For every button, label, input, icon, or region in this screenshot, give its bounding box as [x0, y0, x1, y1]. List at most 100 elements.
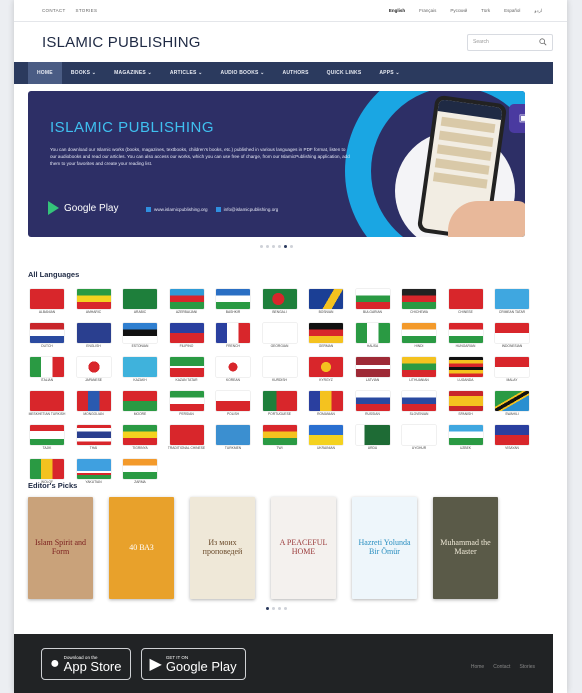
language-option[interactable]: اردو: [534, 8, 542, 13]
language-item[interactable]: German: [305, 323, 347, 352]
search-input[interactable]: Search: [467, 33, 553, 51]
footer-link[interactable]: Stories: [519, 664, 535, 670]
language-item[interactable]: Estonian: [119, 323, 161, 352]
language-item[interactable]: French: [212, 323, 254, 352]
app-store-button[interactable]: ● Download on the App Store: [41, 647, 131, 680]
language-item[interactable]: Slovenian: [398, 391, 440, 420]
language-item[interactable]: Bulgarian: [352, 289, 394, 318]
language-item[interactable]: Moore: [119, 391, 161, 420]
language-item[interactable]: Bengali: [259, 289, 301, 318]
language-item[interactable]: Visayan: [491, 425, 533, 454]
language-item[interactable]: Uzbek: [445, 425, 487, 454]
language-item[interactable]: Albanian: [26, 289, 68, 318]
language-item[interactable]: Spanish: [445, 391, 487, 420]
book-cover[interactable]: Islam Spirit and Form: [28, 497, 93, 599]
book-cover[interactable]: Muhammad the Master: [433, 497, 498, 599]
nav-item[interactable]: AUTHORS: [274, 62, 318, 84]
language-item[interactable]: Kyrgyz: [305, 357, 347, 386]
language-item[interactable]: Arabic: [119, 289, 161, 318]
language-item[interactable]: Kazakh: [119, 357, 161, 386]
language-item[interactable]: Lithuanian: [398, 357, 440, 386]
top-link[interactable]: Contact: [42, 8, 66, 13]
carousel-dot[interactable]: [284, 607, 287, 610]
language-item[interactable]: Chichewa: [398, 289, 440, 318]
carousel-dot[interactable]: [266, 245, 269, 248]
language-item[interactable]: Japanese: [73, 357, 115, 386]
book-cover[interactable]: A PEACEFUL HOME: [271, 497, 336, 599]
language-item[interactable]: English: [73, 323, 115, 352]
language-item[interactable]: Traditional Chinese: [166, 425, 208, 454]
language-item[interactable]: Twi: [259, 425, 301, 454]
language-item[interactable]: Uyghur: [398, 425, 440, 454]
language-item[interactable]: Zarma: [119, 459, 161, 488]
nav-item[interactable]: AUDIO BOOKS ⌄: [212, 62, 274, 84]
language-option[interactable]: Français: [419, 8, 436, 13]
language-item[interactable]: Malay: [491, 357, 533, 386]
language-item[interactable]: Swahili: [491, 391, 533, 420]
nav-item[interactable]: MAGAZINES ⌄: [105, 62, 161, 84]
language-item[interactable]: Yakutian: [73, 459, 115, 488]
language-option[interactable]: Русский: [450, 8, 467, 13]
google-play-link[interactable]: Google Play: [48, 201, 118, 215]
language-item[interactable]: Thai: [73, 425, 115, 454]
language-item[interactable]: Meskhetian Turkish: [26, 391, 68, 420]
language-item[interactable]: Turkmen: [212, 425, 254, 454]
language-item[interactable]: Ukrainian: [305, 425, 347, 454]
language-item[interactable]: Urdu: [352, 425, 394, 454]
site-logo[interactable]: ISLAMIC PUBLISHING: [42, 34, 201, 51]
language-item[interactable]: Bashkir: [212, 289, 254, 318]
nav-item[interactable]: HOME: [28, 62, 62, 84]
language-item[interactable]: Amharic: [73, 289, 115, 318]
language-item[interactable]: Mongolian: [73, 391, 115, 420]
carousel-dot[interactable]: [260, 245, 263, 248]
carousel-dot[interactable]: [278, 607, 281, 610]
language-item[interactable]: Crimean Tatar: [491, 289, 533, 318]
nav-item[interactable]: APPS ⌄: [370, 62, 408, 84]
book-cover[interactable]: 40 ВАЗ: [109, 497, 174, 599]
language-item[interactable]: Latvian: [352, 357, 394, 386]
language-item[interactable]: Dutch: [26, 323, 68, 352]
language-option[interactable]: English: [389, 8, 405, 13]
language-item[interactable]: Russian: [352, 391, 394, 420]
language-item[interactable]: Bosnian: [305, 289, 347, 318]
carousel-dot-active[interactable]: [266, 607, 269, 610]
website-link[interactable]: www.islamicpublishing.org: [146, 207, 208, 212]
language-item[interactable]: Chinese: [445, 289, 487, 318]
search-icon[interactable]: [539, 38, 547, 46]
language-option[interactable]: Español: [504, 8, 520, 13]
carousel-dot[interactable]: [272, 245, 275, 248]
nav-item[interactable]: ARTICLES ⌄: [161, 62, 212, 84]
nav-item[interactable]: QUICK LINKS: [318, 62, 371, 84]
language-item[interactable]: Luganda: [445, 357, 487, 386]
language-item[interactable]: Polish: [212, 391, 254, 420]
language-item[interactable]: Tigrinya: [119, 425, 161, 454]
google-play-button[interactable]: ▶ GET IT ON Google Play: [140, 647, 246, 680]
language-item[interactable]: Portuguese: [259, 391, 301, 420]
carousel-dot-active[interactable]: [284, 245, 287, 248]
carousel-dot[interactable]: [278, 245, 281, 248]
language-item[interactable]: Azerbaijani: [166, 289, 208, 318]
top-link[interactable]: Stories: [76, 8, 98, 13]
language-item[interactable]: Romanian: [305, 391, 347, 420]
language-item[interactable]: Hindi: [398, 323, 440, 352]
language-item[interactable]: Persian: [166, 391, 208, 420]
book-cover[interactable]: Из моих проповедей: [190, 497, 255, 599]
language-item[interactable]: Indonesian: [491, 323, 533, 352]
language-item[interactable]: Korean: [212, 357, 254, 386]
language-item[interactable]: Georgian: [259, 323, 301, 352]
language-item[interactable]: Hungarian: [445, 323, 487, 352]
footer-link[interactable]: Contact: [493, 664, 510, 670]
language-option[interactable]: Türk: [481, 8, 490, 13]
language-item[interactable]: Kazan Tatar: [166, 357, 208, 386]
footer-link[interactable]: Home: [471, 664, 484, 670]
language-item[interactable]: Hausa: [352, 323, 394, 352]
language-item[interactable]: Filipino: [166, 323, 208, 352]
language-item[interactable]: Tajik: [26, 425, 68, 454]
nav-item[interactable]: BOOKS ⌄: [62, 62, 105, 84]
email-link[interactable]: info@islamicpublishing.org: [216, 207, 279, 212]
carousel-dot[interactable]: [290, 245, 293, 248]
language-item[interactable]: Kurdish: [259, 357, 301, 386]
book-cover[interactable]: Hazreti Yolunda Bir Ömür: [352, 497, 417, 599]
language-item[interactable]: Italian: [26, 357, 68, 386]
carousel-dot[interactable]: [272, 607, 275, 610]
